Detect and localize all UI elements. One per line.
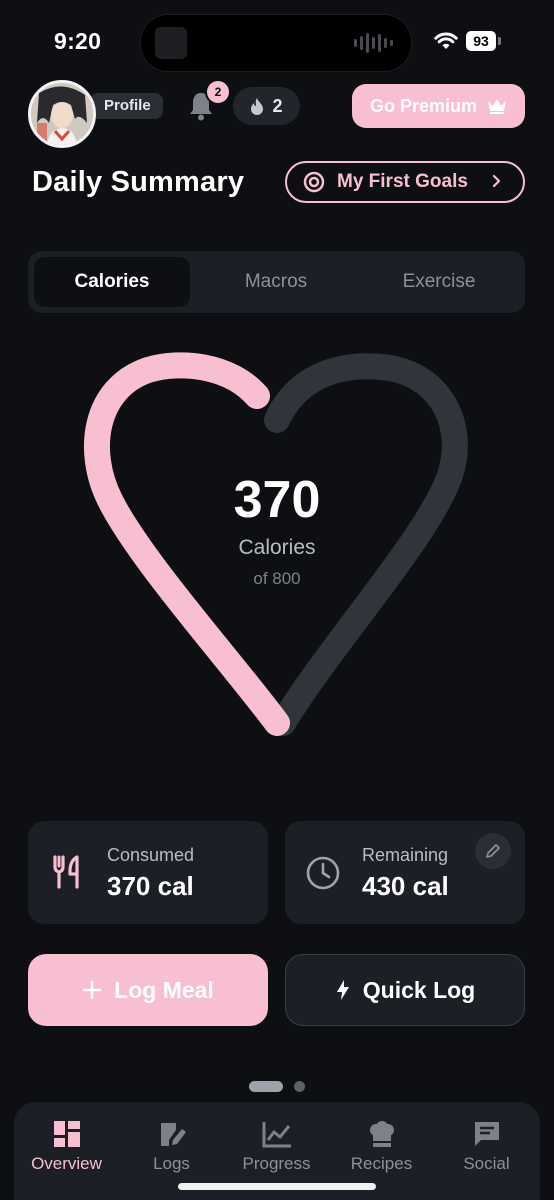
consumed-card: Consumed 370 cal: [28, 821, 268, 924]
chevron-right-icon: [492, 174, 501, 188]
calories-value: 370: [233, 471, 321, 529]
nav-logs[interactable]: Logs: [119, 1120, 224, 1174]
fork-knife-icon: [53, 855, 79, 889]
tab-exercise[interactable]: Exercise: [361, 257, 517, 307]
tab-macros[interactable]: Macros: [198, 257, 354, 307]
dynamic-island: [140, 14, 412, 72]
clock-icon: [306, 856, 340, 890]
battery-level: 93: [466, 31, 496, 51]
chart-icon: [262, 1122, 291, 1148]
chat-icon: [474, 1122, 499, 1146]
chef-hat-icon: [369, 1121, 394, 1147]
dashboard-icon: [53, 1121, 80, 1147]
nav-label: Overview: [31, 1154, 102, 1173]
logs-icon: [160, 1123, 186, 1146]
crown-icon: [488, 99, 507, 114]
tab-bar: Calories Macros Exercise: [28, 251, 525, 313]
nav-recipes[interactable]: Recipes: [329, 1120, 434, 1174]
lightning-icon: [336, 980, 349, 1000]
nav-label: Logs: [153, 1154, 190, 1173]
premium-label: Go Premium: [369, 95, 478, 116]
goals-label: My First Goals: [337, 171, 468, 192]
edit-goal-button[interactable]: [475, 833, 511, 869]
streak-count: 2: [272, 95, 283, 116]
nav-overview[interactable]: Overview: [14, 1120, 119, 1174]
go-premium-button[interactable]: Go Premium: [352, 84, 525, 128]
pencil-icon: [486, 844, 500, 858]
audio-wave-icon: [354, 33, 393, 53]
consumed-label: Consumed: [107, 845, 195, 865]
nav-progress[interactable]: Progress: [224, 1120, 329, 1174]
tab-calories[interactable]: Calories: [34, 257, 190, 307]
home-indicator[interactable]: [178, 1183, 376, 1190]
avatar[interactable]: [28, 80, 96, 148]
remaining-card: Remaining 430 cal: [285, 821, 525, 924]
consumed-value: 370 cal: [107, 871, 194, 901]
flame-icon: [251, 98, 264, 115]
log-meal-label: Log Meal: [114, 976, 214, 1003]
status-time: 9:20: [54, 28, 102, 54]
quick-log-label: Quick Log: [362, 976, 476, 1003]
nav-social[interactable]: Social: [434, 1120, 539, 1174]
calories-goal: of 800: [253, 569, 301, 588]
plus-icon: [82, 980, 102, 1000]
nav-label: Progress: [242, 1154, 311, 1173]
remaining-value: 430 cal: [362, 871, 449, 901]
streak-counter[interactable]: 2: [233, 87, 300, 125]
page-indicator[interactable]: [294, 1081, 305, 1092]
battery-cap: [498, 37, 501, 45]
notification-badge: 2: [205, 79, 231, 105]
log-meal-button[interactable]: Log Meal: [28, 954, 268, 1026]
goals-button[interactable]: My First Goals: [285, 161, 525, 203]
page-title: Daily Summary: [32, 166, 245, 198]
target-icon: [303, 171, 325, 193]
island-thumbnail: [155, 27, 187, 59]
profile-button[interactable]: Profile: [90, 93, 163, 119]
nav-label: Recipes: [350, 1154, 413, 1173]
page-indicator-active[interactable]: [249, 1081, 283, 1092]
wifi-icon: [434, 32, 458, 49]
nav-label: Social: [463, 1154, 510, 1173]
calories-unit: Calories: [238, 536, 316, 559]
remaining-label: Remaining: [362, 845, 449, 865]
quick-log-button[interactable]: Quick Log: [285, 954, 525, 1026]
